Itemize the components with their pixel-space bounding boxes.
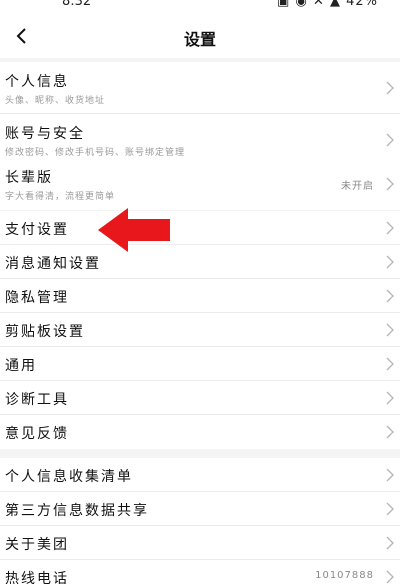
row-value: 未开启 (341, 181, 374, 192)
settings-row-personal-info[interactable]: 个人信息 头像、昵称、收货地址 (0, 62, 400, 114)
row-label: 隐私管理 (5, 290, 69, 306)
red-annotation-arrow-icon (98, 208, 170, 252)
settings-row-general[interactable]: 通用 (0, 347, 400, 381)
settings-row-payment[interactable]: 支付设置 (0, 211, 400, 245)
status-bar: 8:32 ▣ ◉ ✕ ▲ 42% (0, 0, 400, 16)
chevron-right-icon (386, 391, 394, 405)
settings-row-feedback[interactable]: 意见反馈 (0, 415, 400, 449)
chevron-right-icon (386, 289, 394, 303)
row-label: 意见反馈 (5, 426, 69, 442)
settings-row-diagnostics[interactable]: 诊断工具 (0, 381, 400, 415)
settings-row-third-party-sharing[interactable]: 第三方信息数据共享 (0, 492, 400, 526)
chevron-right-icon (386, 221, 394, 235)
chevron-right-icon (386, 425, 394, 439)
chevron-right-icon (386, 323, 394, 337)
about-group: 个人信息收集清单 第三方信息数据共享 关于美团 热线电话 10107888 (0, 458, 400, 584)
row-label: 诊断工具 (5, 392, 69, 408)
settings-row-notifications[interactable]: 消息通知设置 (0, 245, 400, 279)
chevron-right-icon (386, 133, 394, 147)
row-label: 通用 (5, 358, 37, 374)
elder-group: 长辈版 字大看得清，流程更简单 未开启 (0, 158, 400, 210)
row-label: 个人信息 (5, 74, 69, 90)
row-label: 消息通知设置 (5, 256, 101, 272)
status-icons: ▣ ◉ ✕ ▲ 42% (277, 0, 378, 9)
row-value: 10107888 (315, 570, 374, 581)
chevron-right-icon (386, 177, 394, 191)
settings-row-clipboard[interactable]: 剪贴板设置 (0, 313, 400, 347)
settings-row-info-collection[interactable]: 个人信息收集清单 (0, 458, 400, 492)
settings-row-hotline[interactable]: 热线电话 10107888 (0, 560, 400, 584)
row-label: 长辈版 (5, 170, 53, 186)
chevron-right-icon (386, 502, 394, 516)
settings-row-elder-mode[interactable]: 长辈版 字大看得清，流程更简单 未开启 (0, 158, 400, 210)
settings-row-privacy[interactable]: 隐私管理 (0, 279, 400, 313)
row-label: 剪贴板设置 (5, 324, 85, 340)
chevron-right-icon (386, 570, 394, 584)
nav-bar: 设置 (0, 16, 400, 58)
main-settings-group: 支付设置 消息通知设置 隐私管理 剪贴板设置 通用 诊断工具 意见反馈 (0, 211, 400, 449)
page-title: 设置 (183, 30, 216, 49)
chevron-right-icon (386, 468, 394, 482)
chevron-right-icon (386, 357, 394, 371)
chevron-right-icon (386, 81, 394, 95)
chevron-right-icon (386, 536, 394, 550)
profile-group: 个人信息 头像、昵称、收货地址 账号与安全 修改密码、修改手机号码、账号绑定管理 (0, 62, 400, 166)
row-label: 第三方信息数据共享 (5, 503, 149, 519)
row-label: 个人信息收集清单 (5, 469, 133, 485)
row-label: 关于美团 (5, 537, 69, 553)
row-subtitle: 修改密码、修改手机号码、账号绑定管理 (5, 148, 186, 158)
chevron-right-icon (386, 255, 394, 269)
row-subtitle: 头像、昵称、收货地址 (5, 96, 106, 106)
settings-row-about[interactable]: 关于美团 (0, 526, 400, 560)
row-subtitle: 字大看得清，流程更简单 (5, 192, 116, 202)
row-label: 账号与安全 (5, 126, 85, 142)
row-label: 支付设置 (5, 222, 69, 238)
status-time: 8:32 (62, 0, 92, 9)
row-label: 热线电话 (5, 571, 69, 584)
